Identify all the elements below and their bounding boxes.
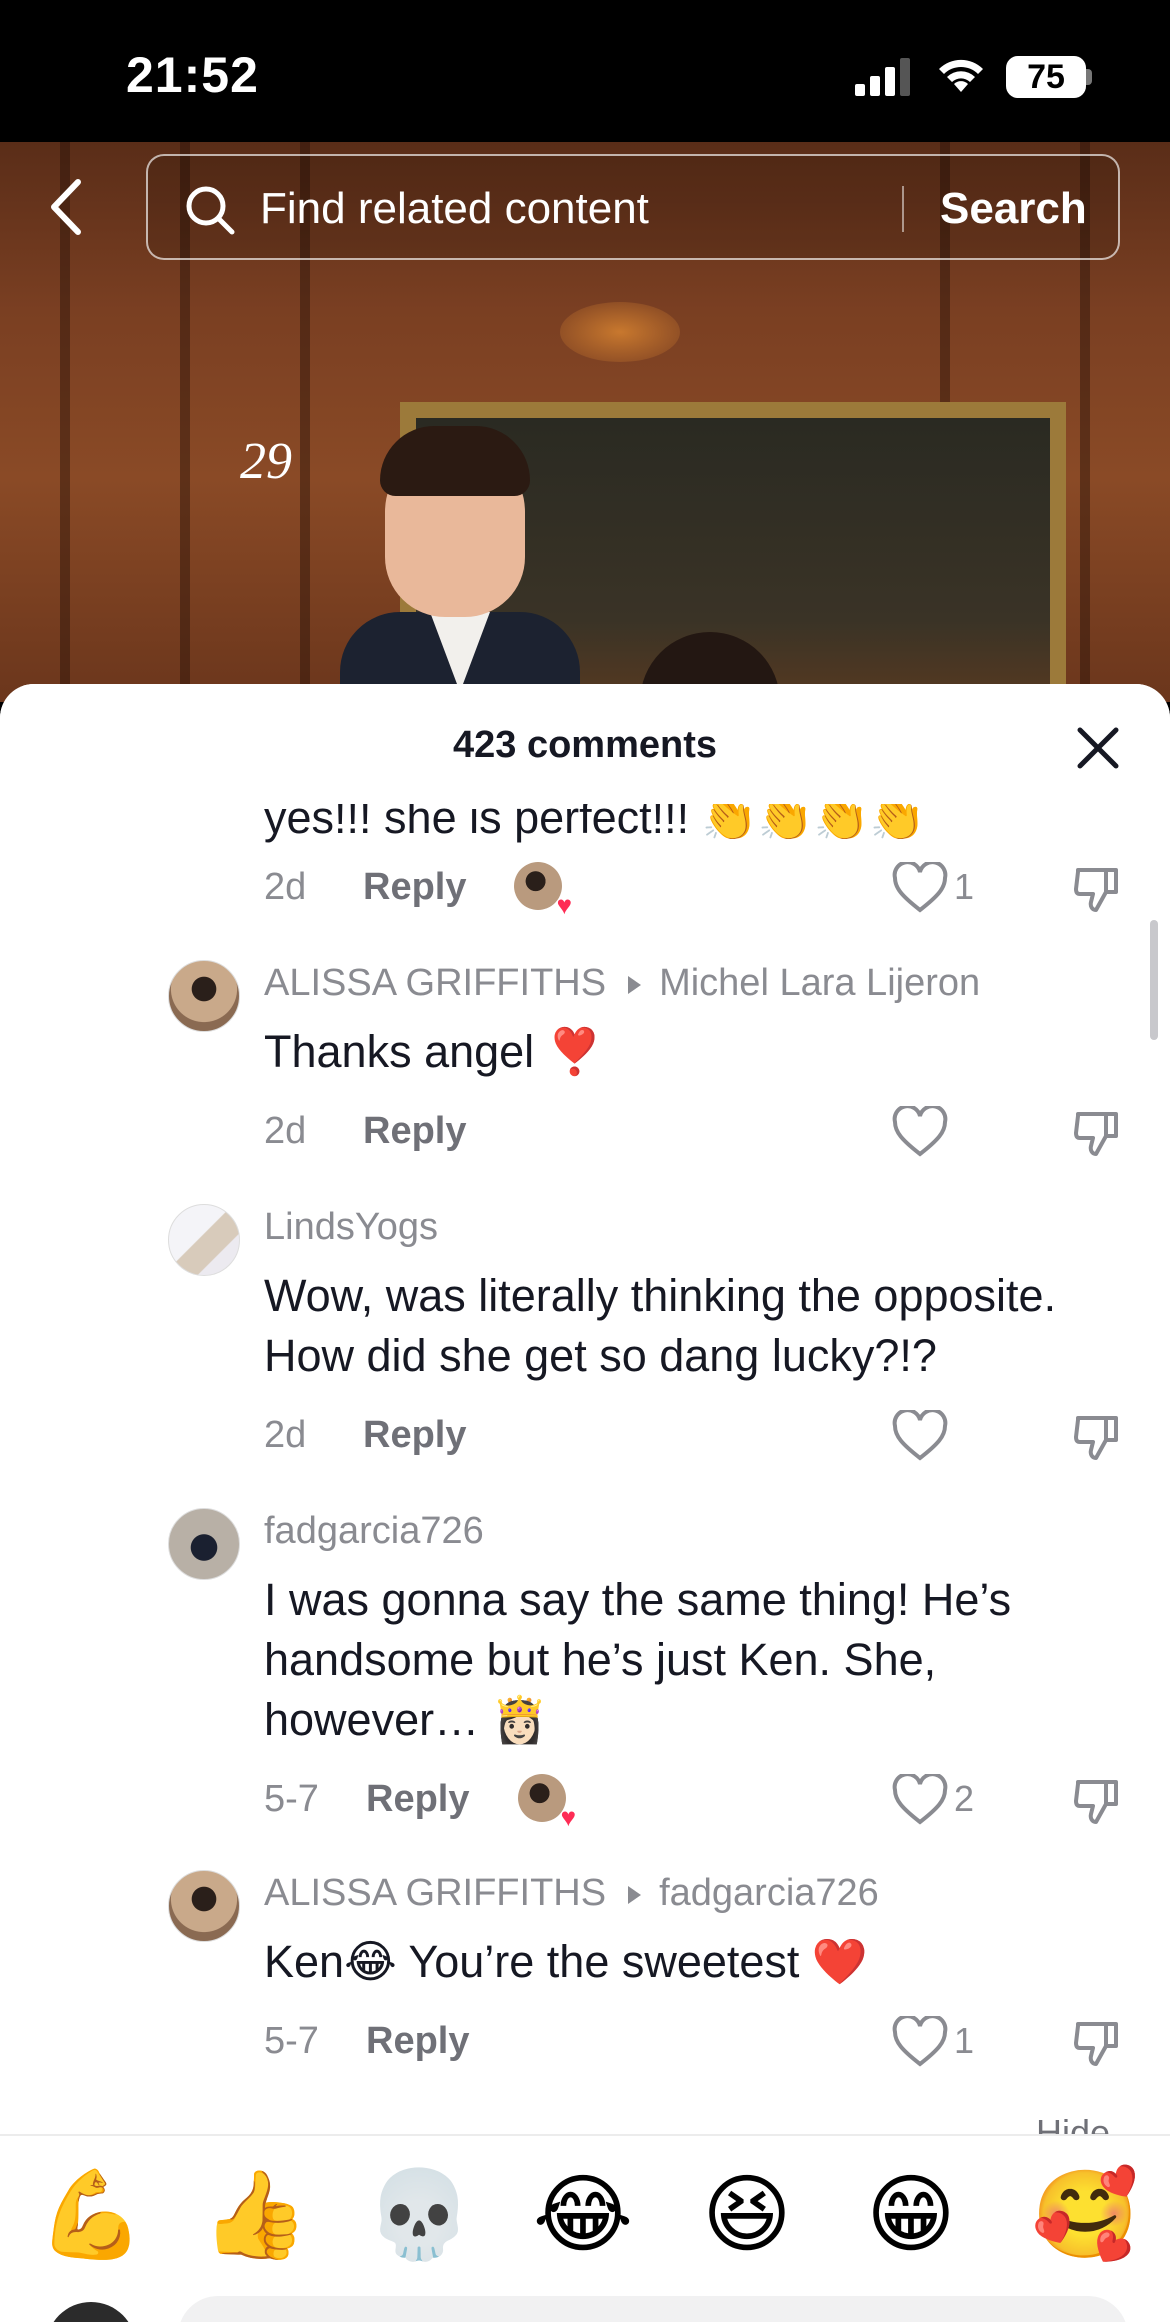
emoji-thumbs-up[interactable]: 👍 [200,2172,310,2258]
cellular-signal-icon [855,58,910,96]
like-count: 1 [954,2020,975,2061]
avatar[interactable] [168,960,240,1032]
dislike-icon[interactable] [1072,1776,1122,1826]
comment-time: 5-7 [264,2020,319,2062]
search-input[interactable]: Find related content [260,184,649,234]
dislike-icon[interactable] [1072,864,1122,914]
avatar[interactable] [168,1508,240,1580]
comment-username[interactable]: fadgarcia726 [264,1510,484,1553]
like-heart-icon[interactable] [892,1106,948,1158]
username-text[interactable]: ALISSA GRIFFITHS [264,962,606,1004]
heart-icon: ♥ [560,1802,576,1832]
battery-icon: 75 [1006,56,1092,98]
search-button[interactable]: Search [940,184,1087,234]
status-time: 21:52 [126,47,259,103]
comment-time: 5-7 [264,1778,319,1820]
emoji-quick-bar: 💪 👍 💀 😂 😆 😁 🥰 [0,2134,1170,2322]
emoji-skull[interactable]: 💀 [364,2172,474,2258]
status-bar: 21:52 75 [0,0,1170,142]
comments-sheet: yes!!! she is perfect!!! 👏👏👏👏 2d Reply ♥… [0,684,1170,2322]
dislike-icon[interactable] [1072,2018,1122,2068]
like-heart-icon[interactable] [892,1774,948,1826]
like-heart-icon[interactable] [892,862,948,914]
sheet-header: 423 comments [0,684,1170,804]
reply-to-arrow-icon [628,1885,642,1904]
search-bar[interactable]: Find related content Search [146,154,1120,260]
comment-username[interactable]: LindsYogs [264,1206,438,1249]
search-icon [186,186,235,235]
creator-liked-badge: ♥ [518,1774,576,1830]
comment-time: 2d [264,1110,307,1152]
reply-button[interactable]: Reply [363,1110,466,1153]
reply-button[interactable]: Reply [363,1414,466,1457]
scrollbar[interactable] [1150,920,1158,1040]
comment-time: 2d [264,866,307,908]
back-button[interactable] [38,172,94,242]
wifi-icon [939,59,983,92]
reply-button[interactable]: Reply [363,866,466,909]
like-count: 2 [954,1778,975,1819]
search-divider [902,186,904,232]
comment-input[interactable] [178,2296,1128,2322]
username-text[interactable]: ALISSA GRIFFITHS [264,1872,606,1914]
emoji-flexed-biceps[interactable]: 💪 [36,2172,146,2258]
comment-list[interactable]: yes!!! she is perfect!!! 👏👏👏👏 2d Reply ♥… [0,684,1170,2134]
creator-liked-badge: ♥ [514,862,572,918]
comment-count: 423 comments [452,724,717,766]
reply-to-username[interactable]: Michel Lara Lijeron [659,962,980,1004]
comment-time: 2d [264,1414,307,1456]
reply-button[interactable]: Reply [366,2020,469,2063]
comment-username[interactable]: ALISSA GRIFFITHS Michel Lara Lijeron [264,962,980,1005]
like-count: 1 [954,866,975,907]
person-man [340,422,580,702]
close-button[interactable] [1072,722,1124,774]
comment-text: Ken😂 You’re the sweetest ❤️ [264,1936,868,1987]
video-overlay-number: 29 [240,433,292,490]
avatar[interactable] [168,1204,240,1276]
like-heart-icon[interactable] [892,1410,948,1462]
reply-to-arrow-icon [628,975,642,994]
battery-level: 75 [1027,58,1065,96]
emoji-grinning-squint[interactable]: 😆 [692,2172,802,2258]
comment-text: I was gonna say the same thing! He’s han… [264,1574,1012,1745]
emoji-beaming-smile[interactable]: 😁 [856,2172,966,2258]
avatar[interactable] [168,1870,240,1942]
emoji-smiling-hearts[interactable]: 🥰 [1030,2172,1140,2258]
heart-icon: ♥ [556,890,572,920]
comment-text: Thanks angel ❣️ [264,1026,603,1077]
reply-button[interactable]: Reply [366,1778,469,1821]
reply-to-username[interactable]: fadgarcia726 [659,1872,879,1914]
like-heart-icon[interactable] [892,2016,948,2068]
dislike-icon[interactable] [1072,1108,1122,1158]
comment-username[interactable]: ALISSA GRIFFITHS fadgarcia726 [264,1872,879,1915]
comment-text: Wow, was literally thinking the opposite… [264,1270,1057,1381]
hide-replies-link[interactable]: Hide [1036,2112,1110,2134]
emoji-tears-of-joy[interactable]: 😂 [528,2172,638,2258]
dislike-icon[interactable] [1072,1412,1122,1462]
